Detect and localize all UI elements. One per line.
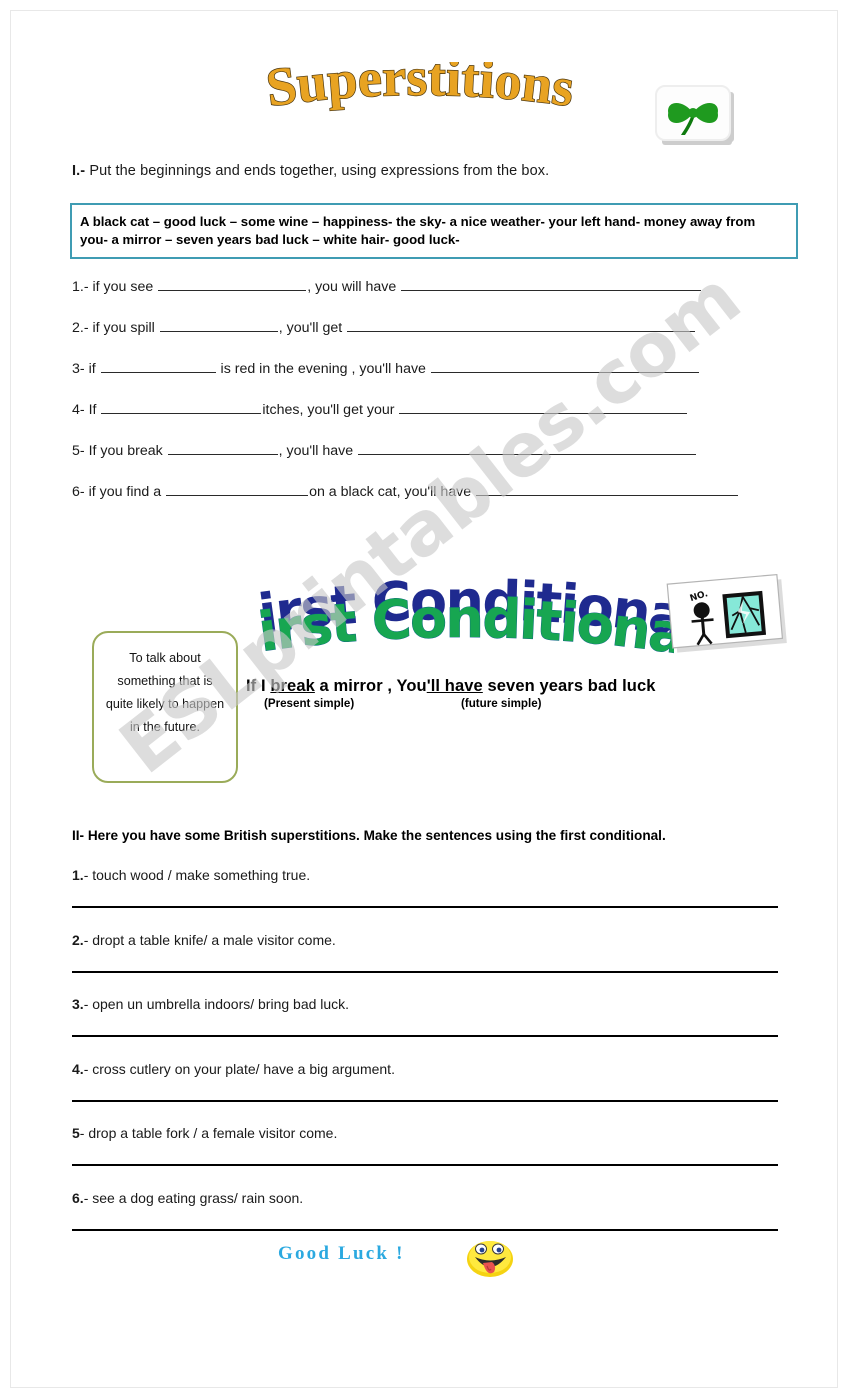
gap-fill-item: 4- If itches, you'll get your — [72, 401, 784, 442]
sentence-item: 3.- open un umbrella indoors/ bring bad … — [72, 996, 778, 1061]
sentence-item: 5- drop a table fork / a female visitor … — [72, 1125, 778, 1190]
sentence-item: 6.- see a dog eating grass/ rain soon. — [72, 1190, 778, 1255]
section-one-instruction-text: Put the beginnings and ends together, us… — [85, 163, 550, 179]
gap-fill-item: 3- if is red in the evening , you'll hav… — [72, 360, 784, 401]
gap-blank[interactable] — [166, 483, 309, 496]
sentence-text: - see a dog eating grass/ rain soon. — [83, 1189, 304, 1206]
example-part-1: If I — [246, 677, 271, 695]
sentence-text: - open un umbrella indoors/ bring bad lu… — [83, 996, 350, 1012]
sentence-writing-exercise: 1.- touch wood / make something true. 2.-… — [72, 867, 778, 1254]
sentence-item: 4.- cross cutlery on your plate/ have a … — [72, 1061, 778, 1126]
gap-blank[interactable] — [399, 401, 688, 414]
sentence-number: 4. — [72, 1060, 84, 1077]
gap-item-text-before: if you find a — [84, 484, 166, 500]
gap-blank[interactable] — [101, 401, 262, 414]
sentence-prompt: 5- drop a table fork / a female visitor … — [72, 1125, 778, 1141]
gap-blank[interactable] — [401, 278, 702, 291]
sentence-prompt: 2.- dropt a table knife/ a male visitor … — [72, 932, 778, 948]
worksheet-page: Superstitions Superstitions I.- Put the … — [0, 0, 850, 1400]
word-bank-box: A black cat – good luck – some wine – ha… — [70, 203, 798, 259]
gap-item-number: 3- — [72, 361, 85, 377]
gap-item-text-middle: itches, you'll get your — [262, 402, 399, 418]
sentence-number: 1. — [72, 867, 84, 883]
gap-item-text-middle: , you'll have — [278, 443, 358, 459]
example-verb-present: break — [270, 677, 315, 695]
sentence-number: 2. — [72, 931, 84, 948]
gap-item-text-middle: on a black cat, you'll have — [309, 484, 476, 500]
sentence-prompt: 3.- open un umbrella indoors/ bring bad … — [72, 996, 778, 1012]
first-conditional-heading: First Conditional First Conditional Firs… — [250, 578, 674, 668]
gap-item-number: 6- — [72, 484, 85, 500]
gap-blank[interactable] — [347, 319, 696, 332]
gap-item-text-before: if — [84, 361, 100, 377]
sentence-prompt: 6.- see a dog eating grass/ rain soon. — [72, 1190, 778, 1206]
sentence-item: 1.- touch wood / make something true. — [72, 867, 778, 932]
good-luck-text: Good Luck ! — [278, 1243, 405, 1264]
gap-fill-item: 1.- if you see , you will have — [72, 278, 784, 319]
gap-item-number: 2.- — [72, 320, 89, 336]
tag-future-simple: (future simple) — [461, 697, 542, 710]
section-one-instruction: I.- Put the beginnings and ends together… — [72, 163, 772, 179]
svg-text:Superstitions: Superstitions — [263, 62, 578, 118]
gap-fill-item: 5- If you break , you'll have — [72, 442, 784, 483]
tag-present-simple: (Present simple) — [264, 697, 355, 710]
answer-write-line[interactable] — [72, 906, 778, 908]
gap-blank[interactable] — [358, 442, 697, 455]
four-leaf-clover-icon — [648, 80, 744, 152]
answer-write-line[interactable] — [72, 1099, 778, 1102]
gap-item-text-middle: is red in the evening , you'll have — [216, 361, 430, 377]
answer-write-line[interactable] — [72, 1035, 778, 1037]
sentence-text: - touch wood / make something true. — [83, 867, 311, 883]
gap-blank[interactable] — [476, 483, 739, 496]
sentence-text: - drop a table fork / a female visitor c… — [79, 1125, 338, 1141]
grammar-note-text: To talk about something that is quite li… — [105, 651, 225, 734]
gap-blank[interactable] — [167, 442, 278, 455]
answer-write-line[interactable] — [72, 1228, 778, 1231]
example-sentence: If I break a mirror , You'll have seven … — [246, 677, 786, 696]
gap-blank[interactable] — [430, 360, 699, 373]
sentence-number: 6. — [72, 1189, 84, 1206]
gap-item-number: 4- — [72, 402, 85, 418]
answer-write-line[interactable] — [72, 1164, 778, 1166]
sentence-item: 2.- dropt a table knife/ a male visitor … — [72, 932, 778, 997]
sentence-number: 5 — [72, 1125, 80, 1141]
sentence-prompt: 4.- cross cutlery on your plate/ have a … — [72, 1061, 778, 1077]
tongue-out-smiley-icon — [464, 1236, 516, 1280]
example-part-2: a mirror , You — [314, 677, 427, 695]
gap-item-text-before: If — [84, 402, 101, 418]
title-wordart: Superstitions Superstitions — [215, 62, 625, 140]
gap-item-text-before: if you see — [88, 279, 158, 295]
gap-item-text-middle: , you'll get — [278, 320, 347, 336]
section-one-number: I.- — [72, 163, 86, 179]
sentence-text: - dropt a table knife/ a male visitor co… — [83, 931, 336, 948]
example-tense-tags: (Present simple) (future simple) — [246, 697, 786, 713]
sentence-number: 3. — [72, 996, 84, 1012]
gap-item-text-before: if you spill — [88, 320, 159, 336]
answer-write-line[interactable] — [72, 970, 778, 973]
section-two-instruction: II- Here you have some British superstit… — [72, 828, 666, 843]
gap-fill-item: 2.- if you spill , you'll get — [72, 319, 784, 360]
gap-item-number: 1.- — [72, 279, 89, 295]
gap-item-text-before: If you break — [84, 443, 167, 459]
example-verb-future: 'll have — [426, 677, 483, 695]
example-sentence-block: If I break a mirror , You'll have seven … — [246, 677, 786, 713]
sentence-prompt: 1.- touch wood / make something true. — [72, 867, 778, 883]
word-bank-text: A black cat – good luck – some wine – ha… — [80, 214, 756, 247]
broken-mirror-clipart-icon: NO. — [662, 572, 794, 654]
gap-blank[interactable] — [158, 278, 307, 291]
gap-blank[interactable] — [159, 319, 278, 332]
worksheet-title: Superstitions Superstitions — [215, 62, 625, 140]
example-part-3: seven years bad luck — [482, 677, 656, 695]
gap-fill-item: 6- if you find a on a black cat, you'll … — [72, 483, 784, 524]
gap-fill-exercise: 1.- if you see , you will have 2.- if yo… — [72, 278, 784, 524]
grammar-note-box: To talk about something that is quite li… — [92, 631, 238, 783]
gap-item-number: 5- — [72, 443, 85, 459]
gap-item-text-middle: , you will have — [307, 279, 401, 295]
sentence-text: - cross cutlery on your plate/ have a bi… — [83, 1060, 395, 1077]
gap-blank[interactable] — [100, 360, 216, 373]
